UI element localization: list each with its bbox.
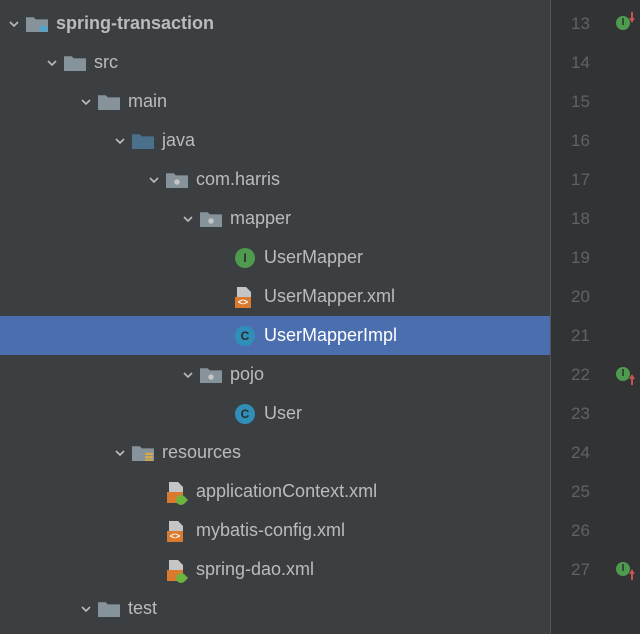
gutter-line[interactable]: 15 (551, 82, 640, 121)
chevron-down-icon[interactable] (78, 94, 94, 110)
tree-node-test[interactable]: test (0, 589, 550, 628)
chevron-down-icon[interactable] (78, 601, 94, 617)
module-folder-icon (26, 13, 48, 35)
tree-node-file-usermapper[interactable]: I UserMapper (0, 238, 550, 277)
source-folder-icon (132, 130, 154, 152)
gutter-line[interactable]: 25 (551, 472, 640, 511)
tree-label: resources (162, 442, 241, 463)
tree-node-package-root[interactable]: com.harris (0, 160, 550, 199)
package-icon (166, 169, 188, 191)
tree-label: applicationContext.xml (196, 481, 377, 502)
chevron-down-icon[interactable] (146, 172, 162, 188)
overrides-marker-icon[interactable]: I (616, 367, 632, 383)
gutter-line[interactable]: 13I (551, 4, 640, 43)
tree-label: com.harris (196, 169, 280, 190)
gutter-line[interactable]: 26 (551, 511, 640, 550)
gutter-line[interactable]: 23 (551, 394, 640, 433)
tree-node-package-pojo[interactable]: pojo (0, 355, 550, 394)
tree-label: spring-dao.xml (196, 559, 314, 580)
gutter-line[interactable]: 14 (551, 43, 640, 82)
xml-file-icon: <> (234, 286, 256, 308)
tree-label: main (128, 91, 167, 112)
tree-label: spring-transaction (56, 13, 214, 34)
tree-label: test (128, 598, 157, 619)
gutter-line[interactable]: 21 (551, 316, 640, 355)
tree-label: UserMapper (264, 247, 363, 268)
chevron-down-icon[interactable] (6, 16, 22, 32)
overrides-marker-icon[interactable]: I (616, 562, 632, 578)
tree-node-src[interactable]: src (0, 43, 550, 82)
tree-node-main[interactable]: main (0, 82, 550, 121)
tree-label: UserMapper.xml (264, 286, 395, 307)
package-icon (200, 208, 222, 230)
tree-label: User (264, 403, 302, 424)
xml-file-icon: <> (166, 520, 188, 542)
tree-node-file-mybatis[interactable]: <> mybatis-config.xml (0, 511, 550, 550)
gutter-line[interactable]: 24 (551, 433, 640, 472)
interface-icon: I (234, 247, 256, 269)
chevron-down-icon[interactable] (112, 133, 128, 149)
tree-label: java (162, 130, 195, 151)
gutter-line[interactable]: 19 (551, 238, 640, 277)
spring-xml-icon (166, 559, 188, 581)
tree-node-resources[interactable]: resources (0, 433, 550, 472)
gutter-line[interactable]: 20 (551, 277, 640, 316)
gutter-line[interactable]: 22I (551, 355, 640, 394)
tree-label: mybatis-config.xml (196, 520, 345, 541)
chevron-down-icon[interactable] (180, 211, 196, 227)
spring-xml-icon (166, 481, 188, 503)
resources-folder-icon (132, 442, 154, 464)
tree-label: mapper (230, 208, 291, 229)
gutter-line[interactable]: 18 (551, 199, 640, 238)
tree-node-java[interactable]: java (0, 121, 550, 160)
gutter-line[interactable]: 17 (551, 160, 640, 199)
gutter-line[interactable]: 27I (551, 550, 640, 589)
chevron-down-icon[interactable] (180, 367, 196, 383)
tree-node-file-user[interactable]: C User (0, 394, 550, 433)
folder-icon (64, 52, 86, 74)
editor-gutter: 13I 14 15 16 17 18 19 20 21 22I 23 24 25… (550, 0, 640, 634)
tree-label: src (94, 52, 118, 73)
chevron-down-icon[interactable] (44, 55, 60, 71)
tree-label: UserMapperImpl (264, 325, 397, 346)
tree-label: pojo (230, 364, 264, 385)
gutter-line[interactable]: 16 (551, 121, 640, 160)
folder-icon (98, 598, 120, 620)
tree-node-file-usermapper-xml[interactable]: <> UserMapper.xml (0, 277, 550, 316)
class-icon: C (234, 325, 256, 347)
tree-node-package-mapper[interactable]: mapper (0, 199, 550, 238)
tree-node-file-usermapperimpl[interactable]: C UserMapperImpl (0, 316, 550, 355)
tree-node-file-appcontext[interactable]: applicationContext.xml (0, 472, 550, 511)
tree-node-module[interactable]: spring-transaction (0, 4, 550, 43)
chevron-down-icon[interactable] (112, 445, 128, 461)
class-icon: C (234, 403, 256, 425)
tree-node-file-springdao[interactable]: spring-dao.xml (0, 550, 550, 589)
implements-marker-icon[interactable]: I (616, 16, 632, 32)
package-icon (200, 364, 222, 386)
folder-icon (98, 91, 120, 113)
project-tree[interactable]: spring-transaction src main java com.har… (0, 0, 550, 634)
